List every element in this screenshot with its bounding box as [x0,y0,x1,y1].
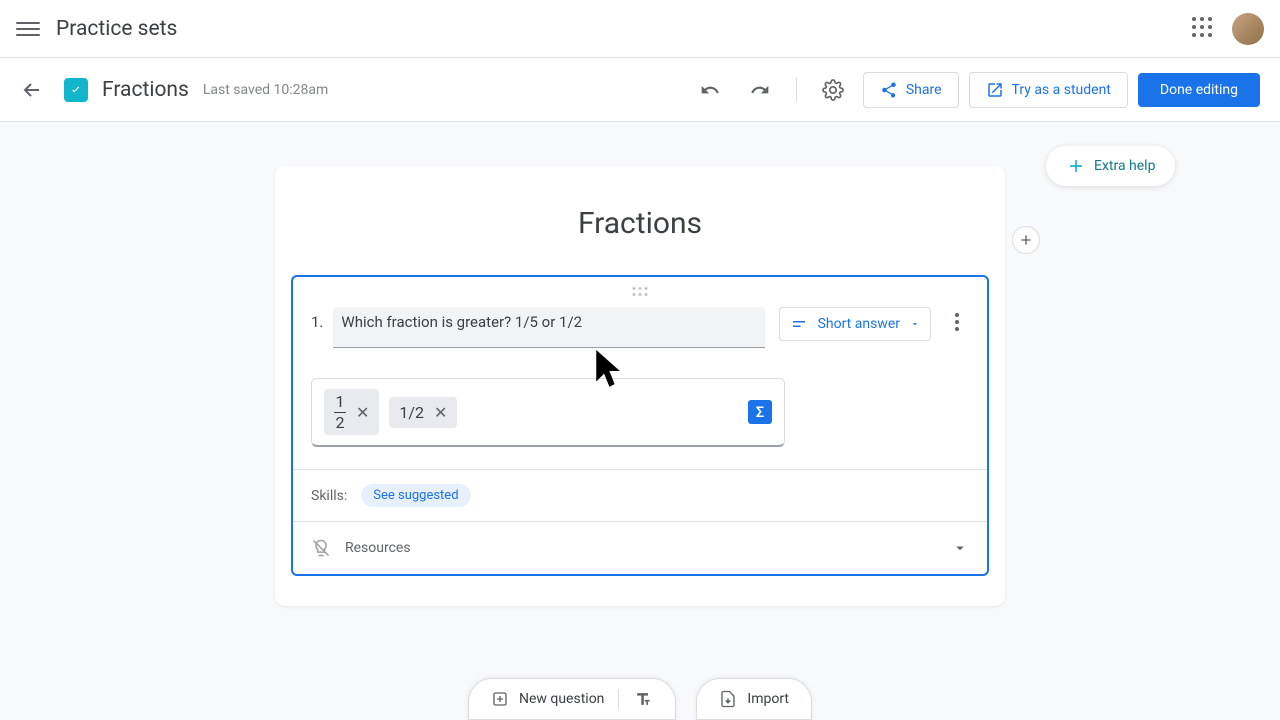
chevron-down-icon [910,319,920,329]
back-arrow-icon[interactable] [20,78,44,102]
drag-handle-icon[interactable] [633,287,648,296]
short-answer-icon [790,315,808,333]
answer-text: 1/2 [399,403,424,422]
import-label: Import [747,691,789,707]
try-student-button[interactable]: Try as a student [969,72,1128,108]
lightbulb-off-icon [311,538,331,558]
more-options-icon[interactable] [945,307,969,331]
new-question-label: New question [519,691,604,707]
answer-input[interactable]: 1 2 ✕ 1/2 ✕ Σ [311,378,785,447]
redo-icon[interactable] [740,70,780,110]
add-question-fab[interactable] [1012,226,1040,254]
main-area: Extra help Fractions 1. Which fraction i… [0,122,1280,720]
try-student-label: Try as a student [1012,82,1111,98]
resources-label: Resources [345,540,411,556]
remove-chip-icon[interactable]: ✕ [356,403,369,422]
doc-badge-icon [64,78,88,102]
menu-icon[interactable] [16,17,40,41]
skills-label: Skills: [311,488,347,504]
question-type-select[interactable]: Short answer [779,307,931,341]
fraction-display: 1 2 [334,393,346,431]
sub-header: Fractions Last saved 10:28am Share Try a… [0,58,1280,122]
save-status: Last saved 10:28am [203,82,328,98]
add-box-icon [491,690,509,708]
extra-help-label: Extra help [1094,158,1155,174]
skills-row: Skills: See suggested [293,469,987,521]
top-header: Practice sets [0,0,1280,58]
practice-set-card: Fractions 1. Which fraction is greater? … [275,166,1005,606]
text-format-icon [633,689,653,709]
see-suggested-chip[interactable]: See suggested [361,484,470,507]
done-editing-button[interactable]: Done editing [1138,73,1260,107]
plus-icon [1066,156,1086,176]
question-number: 1. [311,313,323,331]
share-label: Share [906,82,942,98]
import-button[interactable]: Import [696,678,812,720]
settings-icon[interactable] [813,70,853,110]
share-icon [880,81,898,99]
resources-toggle[interactable]: Resources [293,521,987,574]
equation-editor-icon[interactable]: Σ [748,400,772,424]
question-card: 1. Which fraction is greater? 1/5 or 1/2… [291,275,989,576]
apps-grid-icon[interactable] [1192,17,1216,41]
answer-chip-fraction: 1 2 ✕ [324,389,379,435]
new-question-button[interactable]: New question [468,678,676,720]
set-title[interactable]: Fractions [275,206,1005,241]
divider [796,78,797,102]
question-type-label: Short answer [818,316,900,332]
extra-help-button[interactable]: Extra help [1046,146,1175,186]
bottom-actions: New question Import [468,678,812,720]
open-in-new-icon [986,81,1004,99]
undo-icon[interactable] [690,70,730,110]
question-text-input[interactable]: Which fraction is greater? 1/5 or 1/2 [333,307,764,348]
answer-chip-text: 1/2 ✕ [389,397,457,428]
plus-icon [1018,232,1034,248]
doc-title[interactable]: Fractions [102,78,189,102]
avatar[interactable] [1232,13,1264,45]
chevron-down-icon [951,539,969,557]
app-title: Practice sets [56,17,177,41]
share-button[interactable]: Share [863,72,959,108]
import-file-icon [719,690,737,708]
remove-chip-icon[interactable]: ✕ [434,403,447,422]
